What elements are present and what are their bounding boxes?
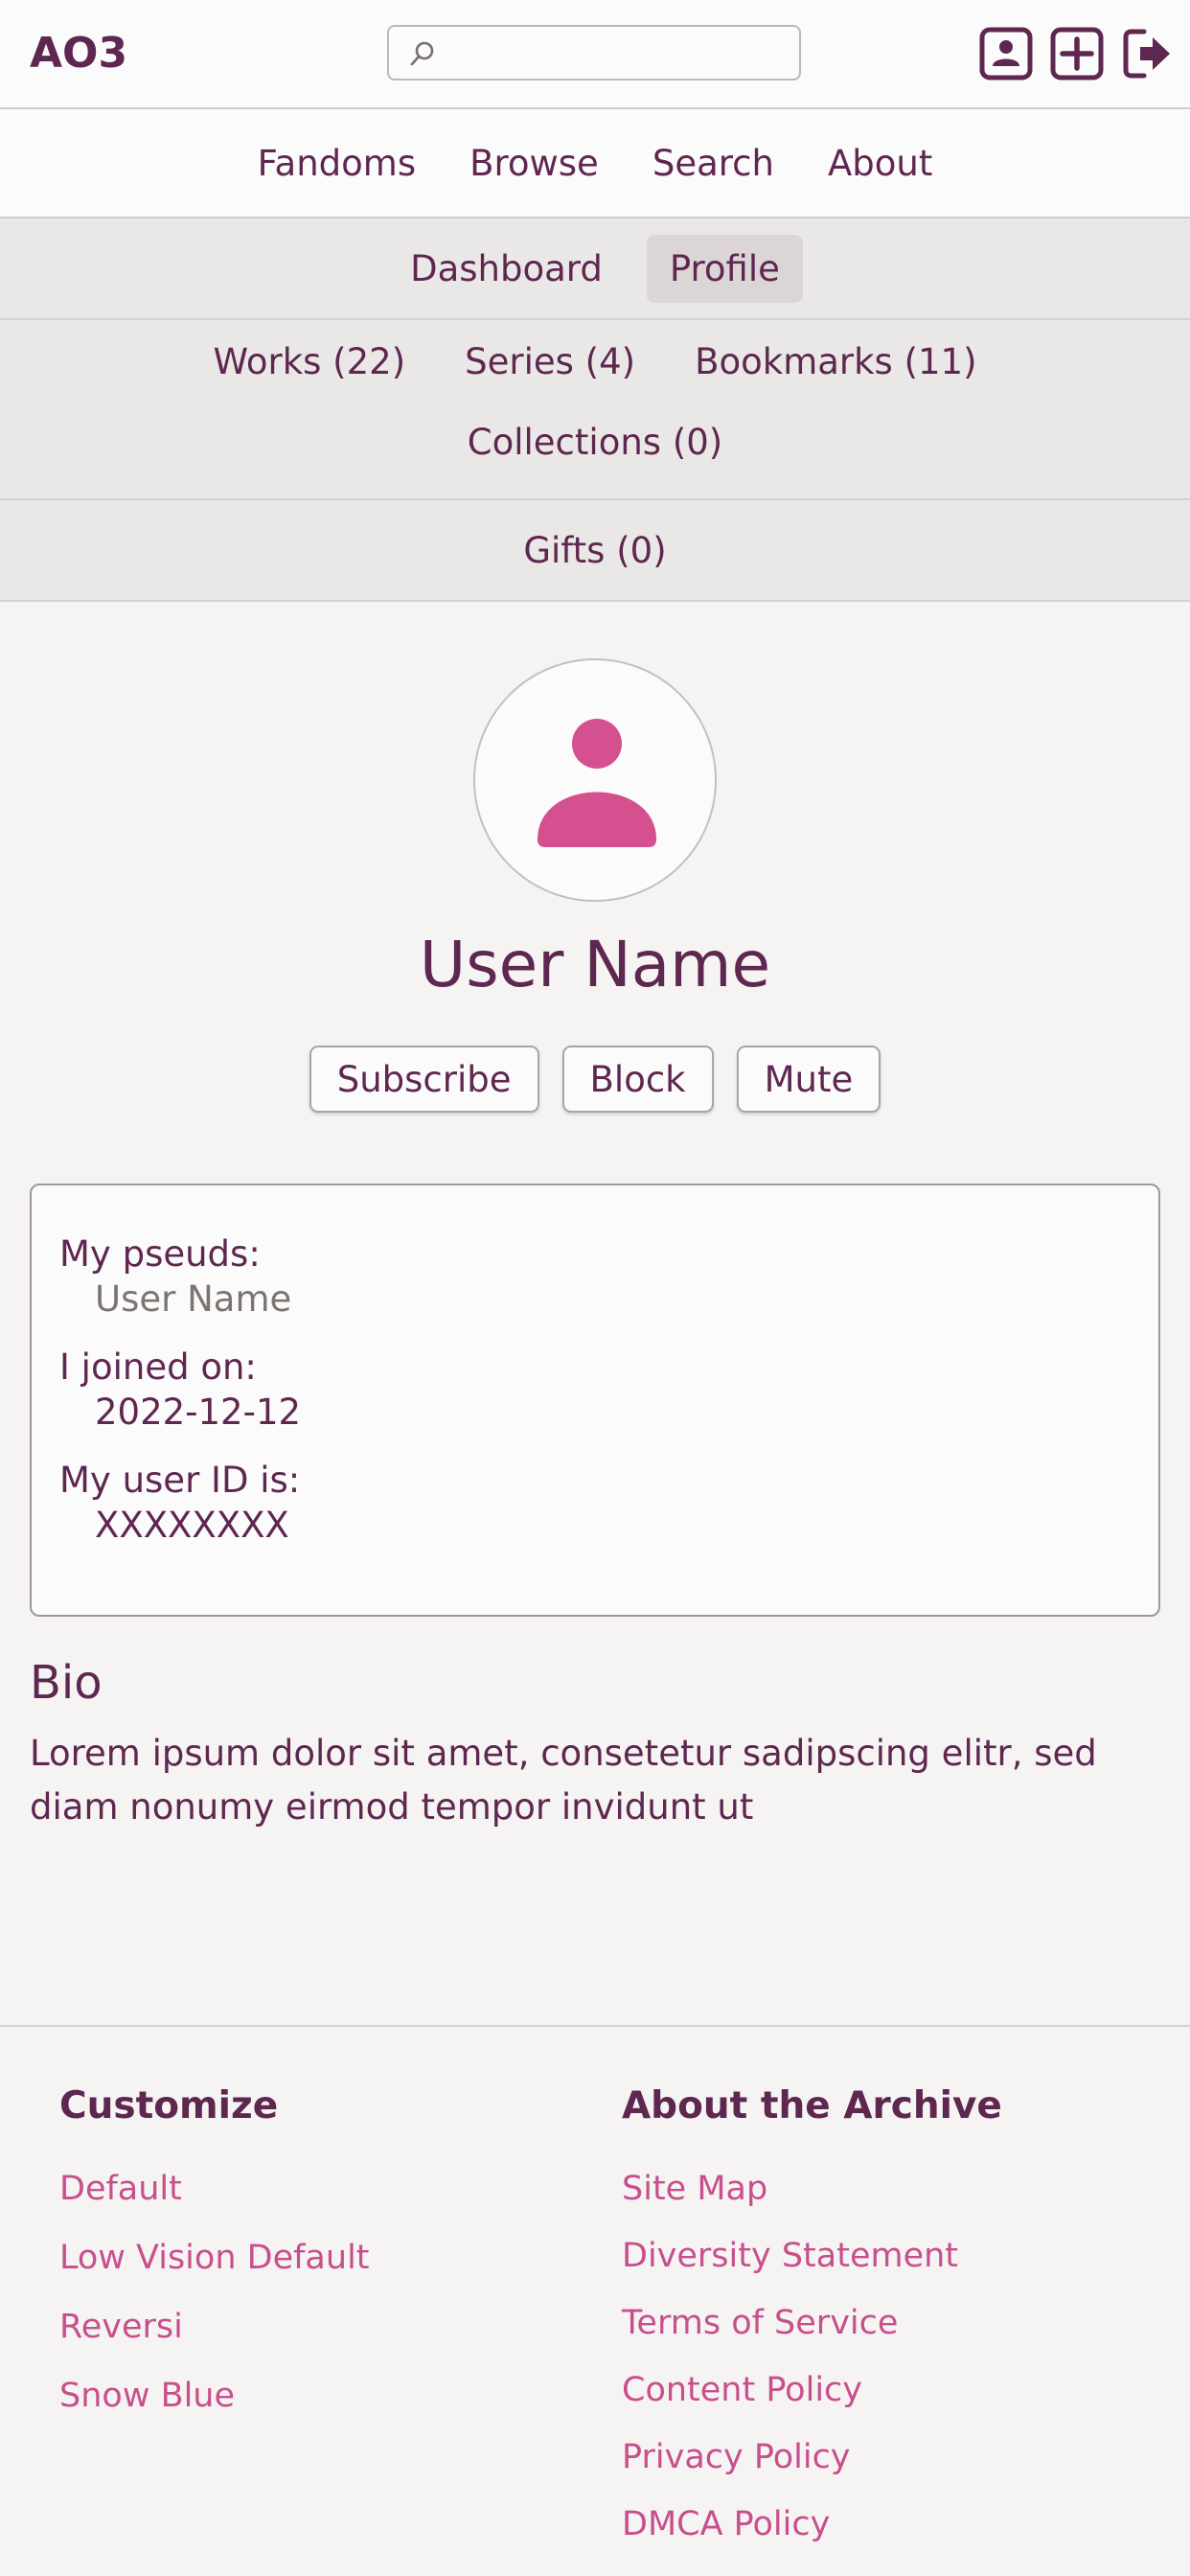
joined-value: 2022-12-12: [95, 1392, 302, 1433]
site-logo[interactable]: AO3: [30, 29, 127, 78]
footer-link-reversi[interactable]: Reversi: [59, 2308, 370, 2346]
avatar: [473, 658, 717, 902]
new-work-icon[interactable]: [1050, 27, 1104, 80]
profile-icon[interactable]: [979, 27, 1033, 80]
tab-profile[interactable]: Profile: [646, 234, 803, 303]
nav-browse[interactable]: Browse: [469, 143, 599, 184]
footer-link-privacy-policy[interactable]: Privacy Policy: [622, 2438, 1002, 2476]
footer-link-default[interactable]: Default: [59, 2170, 370, 2208]
works-nav: Works (22) Series (4) Bookmarks (11) Col…: [0, 320, 1190, 500]
nav-series[interactable]: Series (4): [465, 341, 635, 382]
user-subnav: Dashboard Profile: [0, 218, 1190, 320]
logout-icon[interactable]: [1121, 27, 1175, 80]
nav-fandoms[interactable]: Fandoms: [258, 143, 416, 184]
top-bar: AO3: [0, 0, 1190, 109]
profile-meta-box: My pseuds: User Name I joined on: 2022-1…: [30, 1184, 1160, 1617]
nav-works[interactable]: Works (22): [213, 341, 405, 382]
user-id-value: XXXXXXXX: [95, 1505, 289, 1546]
profile-user-name: User Name: [419, 928, 771, 1001]
pseuds-value[interactable]: User Name: [95, 1278, 291, 1320]
joined-label: I joined on:: [59, 1346, 257, 1388]
footer-link-dmca-policy[interactable]: DMCA Policy: [622, 2505, 1002, 2543]
footer-link-content-policy[interactable]: Content Policy: [622, 2371, 1002, 2409]
mute-button[interactable]: Mute: [736, 1046, 881, 1113]
nav-bookmarks[interactable]: Bookmarks (11): [695, 341, 976, 382]
search-input[interactable]: [446, 33, 795, 73]
search-icon: [410, 41, 434, 66]
footer-link-site-map[interactable]: Site Map: [622, 2170, 1002, 2208]
pseuds-label: My pseuds:: [59, 1233, 261, 1275]
footer-link-diversity-statement[interactable]: Diversity Statement: [622, 2237, 1002, 2275]
subscribe-button[interactable]: Subscribe: [309, 1046, 539, 1113]
footer-link-snow-blue[interactable]: Snow Blue: [59, 2377, 370, 2415]
tab-dashboard[interactable]: Dashboard: [387, 235, 626, 303]
gifts-nav: Gifts (0): [0, 500, 1190, 602]
search-box[interactable]: [387, 25, 801, 80]
footer: Customize Default Low Vision Default Rev…: [0, 2025, 1190, 2576]
bio-text: Lorem ipsum dolor sit amet, consetetur s…: [30, 1733, 1097, 1828]
nav-collections[interactable]: Collections (0): [468, 422, 722, 463]
footer-link-terms-of-service[interactable]: Terms of Service: [622, 2304, 1002, 2342]
footer-about: About the Archive Site Map Diversity Sta…: [622, 2084, 1002, 2543]
profile-actions: Subscribe Block Mute: [0, 1046, 1190, 1113]
block-button[interactable]: Block: [561, 1046, 714, 1113]
nav-gifts[interactable]: Gifts (0): [523, 530, 666, 571]
nav-about[interactable]: About: [828, 143, 932, 184]
bio-heading: Bio: [30, 1656, 103, 1710]
user-avatar-icon: [538, 719, 656, 847]
footer-customize: Customize Default Low Vision Default Rev…: [59, 2084, 370, 2415]
nav-search[interactable]: Search: [652, 143, 774, 184]
user-id-label: My user ID is:: [59, 1460, 301, 1501]
footer-about-title: About the Archive: [622, 2084, 1002, 2128]
footer-customize-title: Customize: [59, 2084, 279, 2128]
footer-link-low-vision-default[interactable]: Low Vision Default: [59, 2239, 370, 2277]
main-nav: Fandoms Browse Search About: [0, 109, 1190, 218]
